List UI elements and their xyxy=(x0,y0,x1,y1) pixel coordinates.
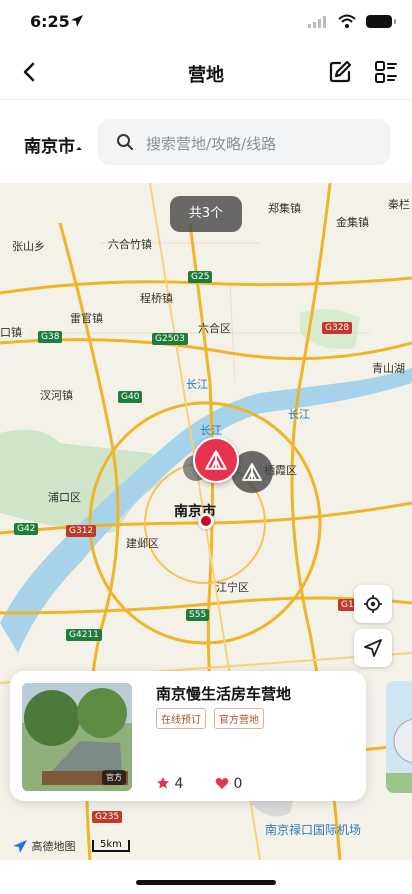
city-selector[interactable]: 南京市 xyxy=(24,132,75,157)
likes[interactable]: 0 xyxy=(215,776,242,792)
campsite-name: 南京慢生活房车营地 xyxy=(156,685,292,703)
nav-bar: 营地 xyxy=(0,44,412,100)
road-shield: G4211 xyxy=(66,629,102,641)
locate-button[interactable] xyxy=(354,585,392,623)
map-provider-logo: 高德地图 xyxy=(12,838,76,854)
map-label: 秦栏 xyxy=(388,198,410,211)
result-count-badge: 共3个 xyxy=(170,196,242,232)
amap-logo-icon xyxy=(13,840,27,853)
campsite-image xyxy=(386,681,412,793)
map-label: 六合区 xyxy=(198,322,231,335)
city-center-marker xyxy=(198,513,214,529)
map-provider-name: 高德地图 xyxy=(31,840,76,853)
rating-value: 4 xyxy=(174,776,184,792)
road-shield: G42 xyxy=(14,523,39,535)
road-shield: G25 xyxy=(188,271,213,283)
status-time: 6:25 xyxy=(30,12,70,31)
navigation-arrow-icon xyxy=(364,639,382,657)
battery-icon xyxy=(366,15,396,28)
search-icon xyxy=(117,134,133,150)
tag-online-booking: 在线预订 xyxy=(156,708,206,729)
map-label: 汊河镇 xyxy=(40,389,73,402)
tag-official-campsite: 官方营地 xyxy=(214,708,264,729)
search-input[interactable]: 搜索营地/攻略/线路 xyxy=(98,119,390,165)
road-shield: G40 xyxy=(118,391,143,403)
map-label: 南京禄口国际机场 xyxy=(265,823,362,837)
campsite-photo: 官方 xyxy=(22,683,132,791)
map-label: 六合竹镇 xyxy=(108,238,152,251)
map-label: 长江 xyxy=(200,424,222,437)
caret-down-icon xyxy=(76,147,82,153)
road-shield: G38 xyxy=(38,331,63,343)
map-label: 郑集镇 xyxy=(268,202,301,215)
edit-icon[interactable] xyxy=(326,58,354,86)
map-label: 程桥镇 xyxy=(140,292,173,305)
star-icon xyxy=(157,777,169,789)
heart-icon xyxy=(215,778,229,789)
tent-icon xyxy=(205,450,227,470)
signal-icon xyxy=(308,16,326,28)
road-shield: S55 xyxy=(186,609,210,621)
location-arrow-icon xyxy=(71,15,83,27)
map-scale: 5km xyxy=(92,840,130,852)
map-label: 建邺区 xyxy=(126,537,159,550)
road-shield: G235 xyxy=(92,811,123,823)
map-label: 浦口区 xyxy=(48,491,81,504)
status-bar: 6:25 xyxy=(0,0,412,44)
map-label: 雷官镇 xyxy=(70,312,103,325)
home-indicator xyxy=(136,880,276,885)
tent-icon xyxy=(242,463,262,481)
official-badge: 官方 xyxy=(102,770,126,785)
navigate-button[interactable] xyxy=(354,629,392,667)
road-shield: G2503 xyxy=(152,333,188,345)
next-campsite-card[interactable] xyxy=(386,681,412,793)
crosshair-icon xyxy=(364,595,382,613)
rating: 4 xyxy=(156,776,183,792)
map-label: 江宁区 xyxy=(216,581,249,594)
likes-count: 0 xyxy=(233,776,243,792)
campsite-card[interactable]: 官方 南京慢生活房车营地 在线预订 官方营地 4 0 xyxy=(10,671,366,801)
map-label: 金集镇 xyxy=(336,216,369,229)
road-shield: G328 xyxy=(322,322,353,334)
search-row: 南京市 搜索营地/攻略/线路 xyxy=(0,101,412,183)
map-label: 张山乡 xyxy=(12,240,45,253)
map-label: 长江 xyxy=(288,408,310,421)
campsite-marker-selected[interactable] xyxy=(193,437,239,483)
list-view-icon[interactable] xyxy=(372,58,400,86)
map-label: 口镇 xyxy=(0,326,22,339)
map-label: 青山湖 xyxy=(372,362,405,375)
map-view[interactable]: 张山乡 六合竹镇 郑集镇 金集镇 秦栏 程桥镇 雷官镇 六合区 口镇 青山湖 汊… xyxy=(0,183,412,860)
road-shield: G312 xyxy=(66,525,97,537)
map-label: 长江 xyxy=(186,378,208,391)
search-placeholder: 搜索营地/攻略/线路 xyxy=(146,135,277,153)
wifi-icon xyxy=(338,14,356,28)
